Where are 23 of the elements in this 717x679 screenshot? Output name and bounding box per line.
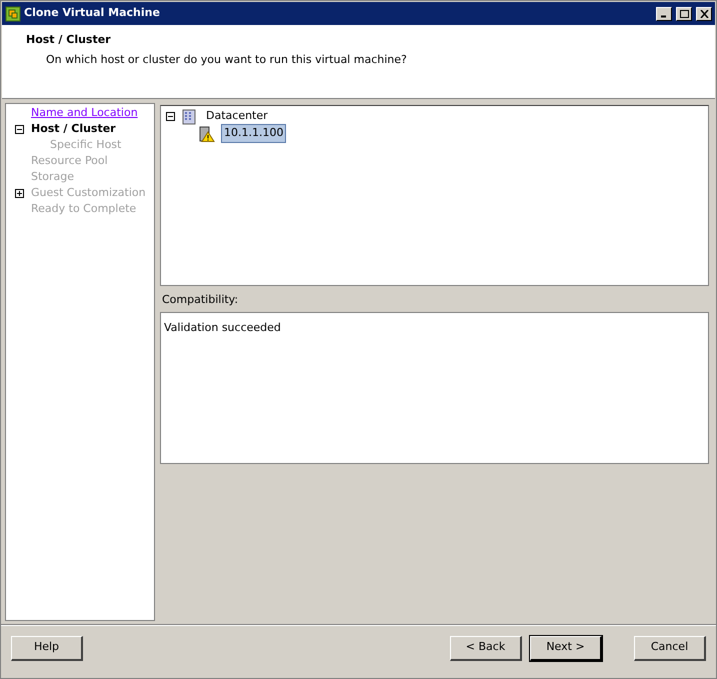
next-button[interactable]: Next > xyxy=(530,636,602,660)
tree-item[interactable]: 10.1.1.100 xyxy=(221,124,286,143)
app-icon xyxy=(5,6,21,22)
collapse-icon[interactable] xyxy=(15,124,24,134)
collapse-icon[interactable] xyxy=(166,112,175,121)
help-button[interactable]: Help xyxy=(11,636,83,660)
close-button[interactable] xyxy=(696,6,712,20)
page-title: Host / Cluster xyxy=(26,32,112,48)
wizard-step[interactable]: Host / Cluster xyxy=(31,120,116,138)
page-subtitle: On which host or cluster do you want to run this virtual machine? xyxy=(45,52,408,68)
close-icon xyxy=(700,10,708,18)
cancel-button[interactable]: Cancel xyxy=(634,636,706,660)
minimize-button[interactable] xyxy=(656,6,672,20)
compatibility-label: Compatibility: xyxy=(162,292,240,308)
tree-item[interactable]: Datacenter xyxy=(203,107,271,126)
expand-icon[interactable] xyxy=(15,188,24,198)
building-icon xyxy=(181,108,197,124)
window-title: Clone Virtual Machine xyxy=(24,5,161,22)
back-button[interactable]: < Back xyxy=(450,636,522,660)
compatibility-message: Validation succeeded xyxy=(164,320,281,334)
maximize-button[interactable] xyxy=(676,6,692,20)
maximize-icon xyxy=(680,10,688,18)
wizard-step[interactable]: Name and Location xyxy=(31,104,138,122)
